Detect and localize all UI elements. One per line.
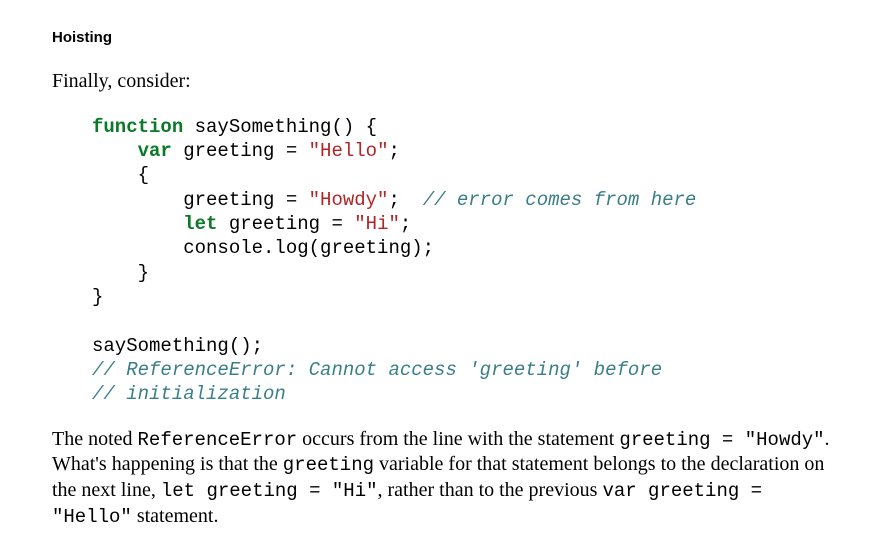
code-text: ; [400,213,411,235]
code-text: greeting = [172,140,309,162]
para-text: statement. [132,505,219,527]
intro-text: Finally, consider: [52,69,832,95]
para-text: The noted [52,428,138,450]
inline-code: greeting [283,454,374,476]
para-text: occurs from the line with the statement [297,428,619,450]
code-block: function saySomething() { var greeting =… [92,115,832,407]
code-comment: // ReferenceError: Cannot access 'greeti… [92,359,662,381]
code-text: { [138,164,149,186]
code-comment: // error comes from here [423,189,697,211]
code-string: "Hello" [309,140,389,162]
code-comment: // initialization [92,383,286,405]
code-text: greeting = [183,189,308,211]
code-text: saySomething(); [92,335,263,357]
inline-code: let greeting = "Hi" [161,480,378,502]
code-string: "Howdy" [309,189,389,211]
inline-code: ReferenceError [138,429,298,451]
code-keyword: function [92,116,183,138]
code-text: saySomething() { [183,116,377,138]
code-text: greeting = [217,213,354,235]
explanation-paragraph: The noted ReferenceError occurs from the… [52,427,832,530]
code-text: } [92,286,103,308]
code-keyword: var [138,140,172,162]
para-text: , rather than to the previous [378,479,603,501]
code-text: ; [388,140,399,162]
code-keyword: let [183,213,217,235]
code-string: "Hi" [354,213,400,235]
inline-code: greeting = "Howdy" [619,429,824,451]
section-heading: Hoisting [52,28,832,47]
code-text: console.log(greeting); [183,237,434,259]
code-text: } [138,262,149,284]
code-text: ; [388,189,422,211]
